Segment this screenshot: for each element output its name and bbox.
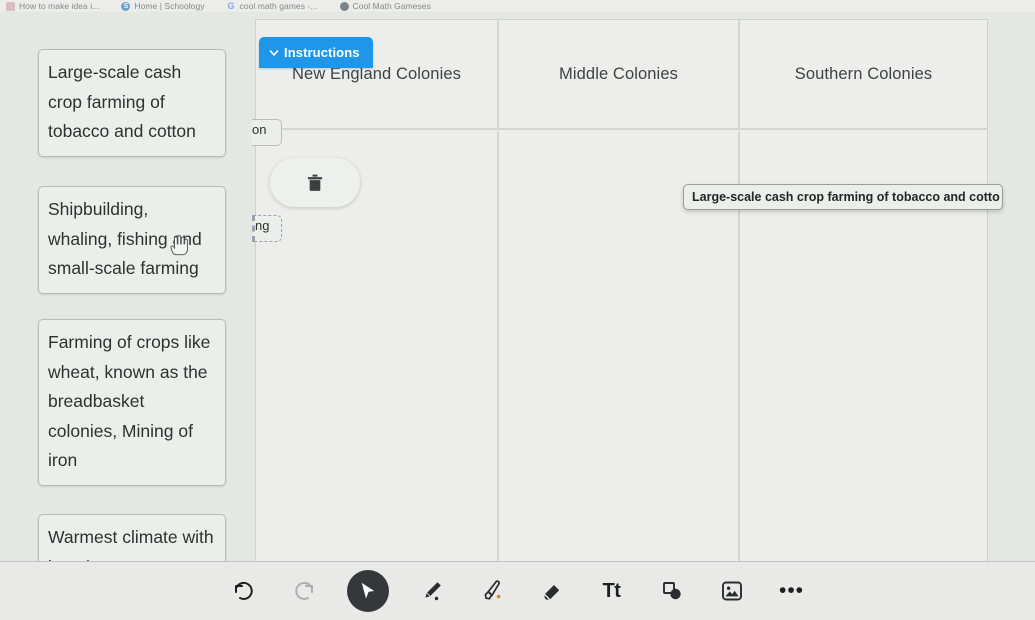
bookmark-label: Cool Math Gameses [352, 1, 431, 11]
grid-header-cell-southern: Southern Colonies [740, 20, 987, 130]
undo-icon [234, 581, 253, 600]
whiteboard-canvas[interactable]: New England Colonies Middle Colonies Sou… [0, 12, 1035, 620]
shapes-tool[interactable] [655, 574, 689, 608]
highlighter-icon [483, 580, 500, 600]
bookmark-label: cool math games -... [239, 1, 318, 11]
answer-tile[interactable]: Large-scale cash crop farming of tobacco… [38, 49, 226, 157]
bookmark-item[interactable]: G cool math games -... [227, 1, 318, 11]
bookmark-label: How to make idea i... [19, 1, 100, 11]
answer-bank: Large-scale cash crop farming of tobacco… [0, 24, 270, 584]
column-title: Middle Colonies [559, 64, 678, 83]
google-icon: G [227, 0, 235, 11]
bookmark-label: Home | Schoology [134, 1, 205, 11]
bookmark-item[interactable]: S Home | Schoology [121, 1, 204, 11]
eraser-icon [543, 585, 559, 601]
pen-icon [424, 582, 441, 601]
answer-tile[interactable]: Farming of crops like wheat, known as th… [38, 319, 226, 486]
folder-icon [6, 1, 15, 11]
shapes-icon [662, 582, 681, 600]
browser-bookmark-bar: How to make idea i... S Home | Schoology… [0, 0, 1035, 12]
text-tool[interactable]: Tt [595, 574, 629, 608]
eraser-tool[interactable] [535, 574, 569, 608]
pen-tool[interactable] [415, 574, 449, 608]
dragged-answer-tile[interactable]: Large-scale cash crop farming of tobacco… [683, 184, 1003, 210]
image-icon [721, 581, 742, 601]
bookmark-item[interactable]: Cool Math Gameses [339, 1, 431, 11]
chevron-down-icon [269, 49, 279, 56]
trash-icon [307, 174, 323, 191]
search-icon [339, 1, 349, 11]
instructions-button[interactable]: Instructions [259, 37, 373, 68]
more-tools-button[interactable]: ••• [775, 574, 809, 608]
drawing-toolbar: Tt ••• [0, 562, 1035, 620]
bookmark-item[interactable]: How to make idea i... [6, 1, 99, 11]
undo-button[interactable] [227, 574, 261, 608]
redo-button[interactable] [287, 574, 321, 608]
redo-icon [294, 581, 313, 600]
select-tool[interactable] [346, 570, 389, 612]
schoology-icon: S [121, 1, 131, 11]
sorting-grid: New England Colonies Middle Colonies Sou… [255, 19, 988, 567]
answer-tile-edge[interactable]: ng [252, 215, 282, 242]
cursor-arrow-icon [361, 582, 374, 599]
highlighter-tool[interactable] [475, 574, 509, 608]
instructions-label: Instructions [284, 45, 360, 60]
delete-button[interactable] [270, 158, 360, 207]
text-tool-label: Tt [602, 579, 621, 602]
image-tool[interactable] [715, 574, 749, 608]
activity-screen: How to make idea i... S Home | Schoology… [0, 0, 1035, 620]
more-horizontal-icon: ••• [778, 579, 805, 602]
column-title: Southern Colonies [794, 64, 933, 83]
grid-header-cell-middle: Middle Colonies [499, 20, 740, 130]
answer-tile-edge[interactable]: on [252, 119, 282, 146]
answer-tile[interactable]: Shipbuilding, whaling, fishing and small… [38, 186, 226, 294]
